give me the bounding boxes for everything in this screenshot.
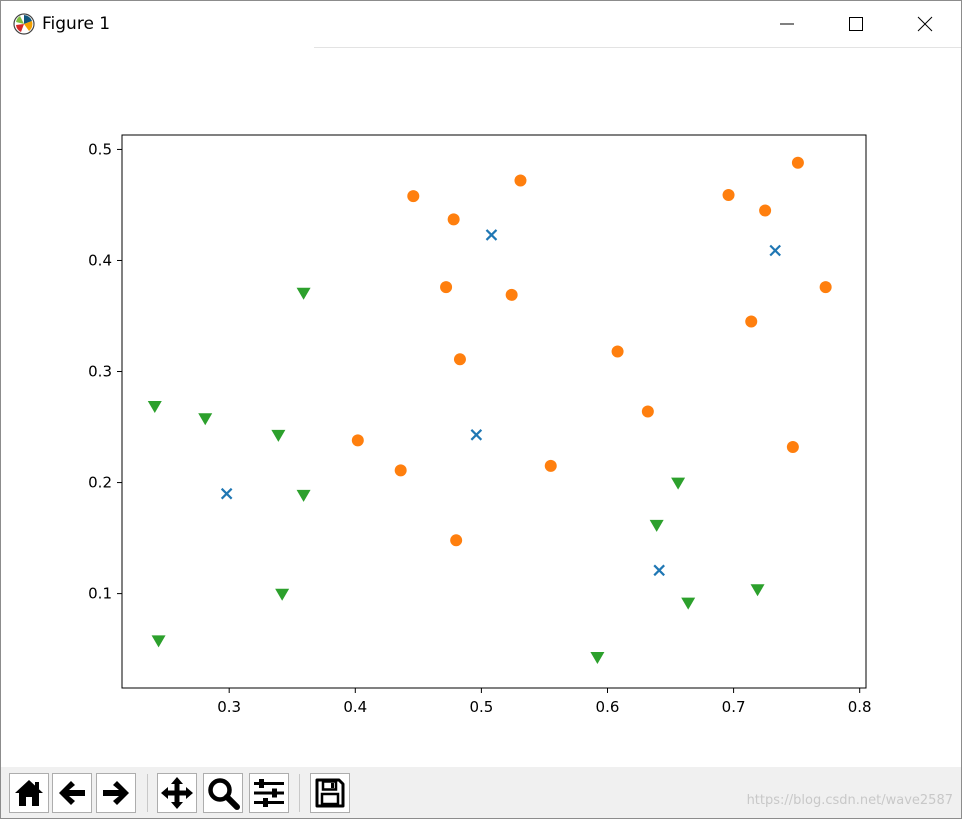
x-tick-label: 0.7 xyxy=(722,698,746,716)
minimize-button[interactable] xyxy=(756,1,818,47)
figure-canvas[interactable]: 0.3 0.4 0.5 0.6 0.7 0.8 0.1 0.2 0.3 0.4 0.5 xyxy=(1,49,961,767)
y-tick-label: 0.2 xyxy=(88,474,112,492)
data-point-x xyxy=(485,229,498,241)
maximize-button[interactable] xyxy=(825,1,887,47)
data-point-x xyxy=(470,429,483,441)
close-icon xyxy=(917,16,933,32)
y-tick-label: 0.4 xyxy=(88,251,112,269)
sliders-icon xyxy=(254,779,284,807)
y-tick-label: 0.5 xyxy=(88,140,112,158)
data-point-circle xyxy=(611,345,624,358)
data-point-triangle-down xyxy=(198,413,213,426)
data-point-triangle-down xyxy=(147,401,162,414)
data-point-circle xyxy=(407,190,420,203)
watermark: https://blog.csdn.net/wave2587 xyxy=(746,793,953,808)
window-title: Figure 1 xyxy=(42,14,111,34)
back-button[interactable] xyxy=(52,773,92,813)
title-bar[interactable]: Figure 1 xyxy=(1,1,961,47)
navigation-toolbar: https://blog.csdn.net/wave2587 xyxy=(1,767,961,818)
pan-button[interactable] xyxy=(157,773,197,813)
data-point-triangle-down xyxy=(590,652,605,665)
data-point-triangle-down xyxy=(681,597,696,610)
data-point-triangle-down xyxy=(750,584,765,597)
data-point-circle xyxy=(450,534,463,547)
zoom-button[interactable] xyxy=(203,773,243,813)
x-tick-label: 0.4 xyxy=(343,698,367,716)
data-point-x xyxy=(769,244,781,257)
data-point-triangle-down xyxy=(271,429,286,442)
toolbar-separator xyxy=(147,774,148,812)
data-point-circle xyxy=(505,288,518,301)
data-point-circle xyxy=(819,281,832,294)
x-tick-label: 0.3 xyxy=(217,698,241,716)
arrow-left-icon xyxy=(59,781,85,805)
maximize-icon xyxy=(849,17,863,31)
data-point-circle xyxy=(641,405,654,418)
close-button[interactable] xyxy=(894,1,956,47)
minimize-icon xyxy=(780,23,794,25)
data-points xyxy=(147,156,832,665)
home-icon xyxy=(15,780,43,806)
data-point-triangle-down xyxy=(275,588,290,601)
data-point-triangle-down xyxy=(151,635,166,648)
move-icon xyxy=(161,777,193,809)
magnifier-icon xyxy=(208,778,240,810)
data-point-triangle-down xyxy=(649,519,664,532)
data-point-x xyxy=(220,487,233,500)
data-point-circle xyxy=(544,459,557,472)
data-point-circle xyxy=(394,464,407,477)
data-point-circle xyxy=(514,174,527,187)
forward-button[interactable] xyxy=(96,773,136,813)
toolbar-separator xyxy=(299,774,300,812)
figure-window: Figure 1 0.3 0.4 0.5 0.6 0.7 0.8 0.1 0.2 0.3 0.4 0… xyxy=(0,0,962,819)
data-point-circle xyxy=(759,204,772,217)
matplotlib-icon xyxy=(13,13,35,35)
x-tick-label: 0.8 xyxy=(848,698,872,716)
data-point-circle xyxy=(722,188,735,201)
data-point-circle xyxy=(745,315,758,328)
arrow-right-icon xyxy=(103,781,129,805)
data-point-triangle-down xyxy=(296,489,311,502)
data-point-circle xyxy=(786,441,799,454)
x-tick-label: 0.5 xyxy=(469,698,493,716)
data-point-triangle-down xyxy=(296,287,311,300)
data-point-x xyxy=(653,564,665,577)
y-tick-label: 0.1 xyxy=(88,585,112,603)
scatter-chart: 0.3 0.4 0.5 0.6 0.7 0.8 0.1 0.2 0.3 0.4 0.5 xyxy=(88,134,872,716)
data-point-triangle-down xyxy=(671,477,686,490)
data-point-circle xyxy=(453,353,466,366)
axes-frame xyxy=(121,134,867,689)
data-point-circle xyxy=(351,434,364,447)
title-divider xyxy=(314,47,961,48)
data-point-circle xyxy=(440,281,453,294)
save-button[interactable] xyxy=(310,773,350,813)
home-button[interactable] xyxy=(9,773,49,813)
data-point-circle xyxy=(791,156,804,169)
data-point-circle xyxy=(447,213,460,226)
y-tick-label: 0.3 xyxy=(88,363,112,381)
configure-subplots-button[interactable] xyxy=(249,773,289,813)
x-tick-label: 0.6 xyxy=(596,698,620,716)
axis-ticks: 0.3 0.4 0.5 0.6 0.7 0.8 0.1 0.2 0.3 0.4 0.5 xyxy=(88,140,871,716)
floppy-disk-icon xyxy=(315,778,345,808)
